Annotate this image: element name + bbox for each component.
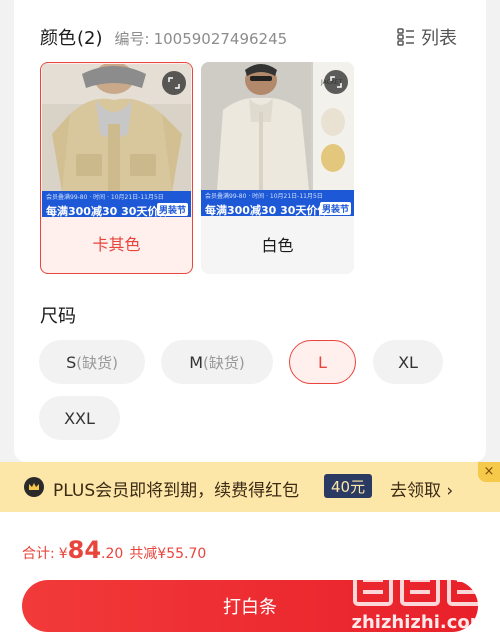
- zoom-button[interactable]: [162, 71, 186, 95]
- color-option-label: 卡其色: [92, 235, 141, 254]
- promo-banner: 会员叠满99-80 · 时间 · 10月21日-11月5日 每满300减30 3…: [42, 191, 191, 218]
- promo-subtext: 会员叠满99-80 · 时间 · 10月21日-11月5日: [46, 194, 164, 201]
- checkout-footer: 合计: ¥ 84 .20 共减¥55.70 打白条: [0, 512, 500, 641]
- expand-icon: [168, 77, 180, 89]
- price-integer: 84: [67, 536, 102, 564]
- size-option-xxl[interactable]: XXL: [39, 396, 120, 440]
- size-label: XL: [398, 352, 418, 372]
- claim-label: 去领取: [390, 481, 441, 501]
- promo-banner: 会员叠满99-80 · 时间 · 10月21日-11月5日 每满300减30 3…: [201, 190, 354, 217]
- color-option-khaki[interactable]: 会员叠满99-80 · 时间 · 10月21日-11月5日 每满300减30 3…: [40, 62, 193, 274]
- zoom-button[interactable]: [324, 70, 348, 94]
- sku-label: 编号:: [114, 30, 150, 48]
- size-label: L: [318, 352, 327, 372]
- color-section-header: 颜色 (2) 编号: 10059027496245: [40, 24, 287, 50]
- total-label: 合计:: [22, 546, 55, 562]
- color-option-label: 白色: [261, 236, 294, 255]
- size-option-s[interactable]: S (缺货): [39, 340, 145, 384]
- sku-number: 编号: 10059027496245: [115, 28, 288, 49]
- color-count: (2): [77, 28, 103, 49]
- chevron-right-icon: ›: [446, 481, 454, 501]
- red-packet-amount: 40元: [324, 474, 373, 498]
- expand-icon: [330, 76, 342, 88]
- size-option-m[interactable]: M (缺货): [161, 340, 273, 384]
- color-option-white[interactable]: JACKET 会员叠满99-80 · 时间 · 10月21日-11月5日 每满3…: [201, 62, 354, 274]
- close-icon[interactable]: ×: [478, 462, 500, 482]
- out-of-stock-note: (缺货): [203, 353, 245, 372]
- festival-badge: 男装节: [319, 202, 351, 215]
- color-section-title: 颜色: [40, 28, 76, 49]
- size-option-l[interactable]: L: [289, 340, 356, 384]
- claim-link[interactable]: 去领取 ›: [390, 476, 453, 501]
- size-section-title: 尺码: [40, 306, 76, 327]
- plus-membership-bar[interactable]: PLUS会员即将到期，续费得红包 40元 去领取 › ×: [0, 462, 500, 512]
- size-label: M: [189, 352, 204, 372]
- plus-crown-icon: [24, 477, 44, 497]
- baitiao-pay-button[interactable]: 打白条: [22, 580, 478, 632]
- promo-text: 每满300减30 30天价保: [205, 204, 329, 217]
- size-label: S: [66, 352, 77, 372]
- list-view-label: 列表: [421, 28, 457, 49]
- promo-subtext: 会员叠满99-80 · 时间 · 10月21日-11月5日: [205, 193, 323, 200]
- plus-renewal-text: PLUS会员即将到期，续费得红包: [53, 481, 300, 501]
- total-discount: 共减¥55.70: [129, 546, 207, 562]
- currency-symbol: ¥: [58, 546, 68, 562]
- sku-value: 10059027496245: [153, 30, 288, 48]
- festival-badge: 男装节: [156, 203, 188, 216]
- list-icon: [397, 28, 415, 46]
- size-label: XXL: [64, 408, 95, 428]
- size-option-xl[interactable]: XL: [373, 340, 443, 384]
- list-view-toggle[interactable]: 列表: [397, 24, 457, 50]
- total-price: 合计: ¥ 84 .20 共减¥55.70: [22, 536, 206, 564]
- promo-text: 每满300减30 30天价保: [46, 205, 170, 218]
- price-decimal: .20: [101, 546, 124, 562]
- out-of-stock-note: (缺货): [76, 353, 118, 372]
